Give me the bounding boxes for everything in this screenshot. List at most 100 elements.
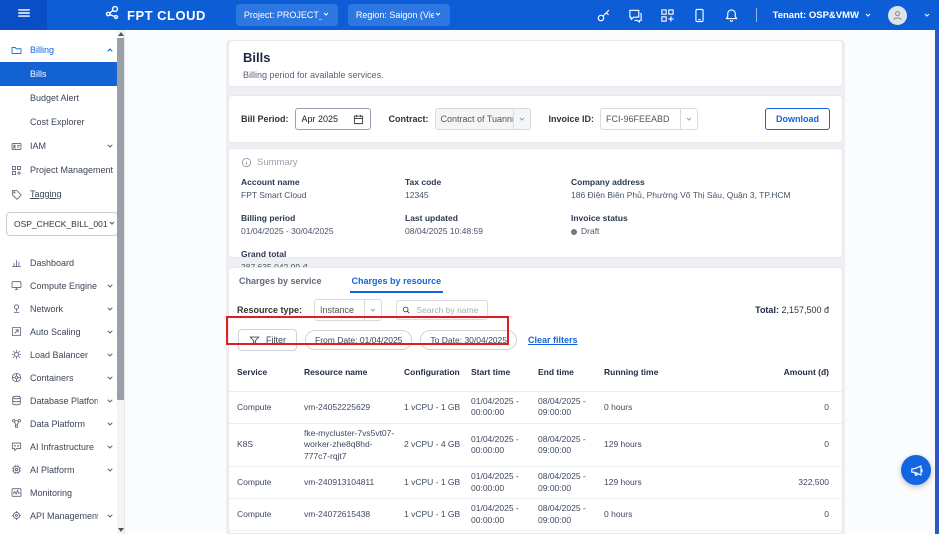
summary-card: Summary Account name FPT Smart Cloud Tax c… [228,148,843,272]
table-header-row: Service Resource name Configuration Start t… [229,360,842,391]
table-cell: 129 hours [604,477,642,488]
notification-bell-icon [724,8,739,23]
api-icon [10,510,22,522]
filter-button[interactable]: Filter [238,329,297,351]
feedback-fab-button[interactable] [901,455,931,485]
invoice-id-select[interactable]: FCI-96FEEABD [600,108,699,130]
sidebar-item-budget-alert[interactable]: Budget Alert [0,86,124,110]
sidebar-item-monitoring[interactable]: Monitoring [0,481,124,504]
table-cell: Compute [237,477,272,488]
header-actions: Tenant: OSP&VMW [596,5,939,25]
sidebar-item-billing[interactable]: Billing [0,38,124,62]
project-scope-select[interactable]: OSP_CHECK_BILL_001 [6,212,118,236]
resource-type-label: Resource type: [237,305,303,315]
apps-grid-button[interactable] [660,7,676,23]
sidebar-item-containers[interactable]: Containers [0,366,124,389]
search-input[interactable] [414,304,483,316]
table-cell: 0 hours [604,509,633,520]
field-value: 01/04/2025 - 30/04/2025 [241,226,334,237]
sidebar-item-label: Network [30,303,64,314]
caret-down-icon [106,466,114,474]
key-button[interactable] [596,7,612,23]
caret-down-icon [106,305,114,313]
menu-toggle-button[interactable] [0,0,47,30]
sidebar-item-iam[interactable]: IAM [0,134,124,158]
sidebar-item-tagging[interactable]: Tagging [0,182,124,206]
sidebar-item-label: Dashboard [30,257,75,268]
sidebar-item-database-platform[interactable]: Database Platform [0,389,124,412]
project-selector[interactable]: Project: PROJECT_OS... [235,4,338,26]
sidebar-item-load-balancer[interactable]: Load Balancer [0,343,124,366]
invoice-id-label: Invoice ID: [548,114,595,124]
sidebar-item-project-management[interactable]: Project Management [0,158,124,182]
field-value: 12345 [405,190,429,200]
region-selector[interactable]: Region: Saigon (Vietn... [347,4,450,26]
sidebar-item-label: Project Management [30,165,114,175]
sidebar-item-cost-explorer[interactable]: Cost Explorer [0,110,124,134]
bill-period-input[interactable]: Apr 2025 [294,108,371,130]
tab-charges-by-service[interactable]: Charges by service [237,274,324,293]
sidebar-item-dashboard[interactable]: Dashboard [0,251,124,274]
sidebar-item-label: AI Infrastructure [30,441,95,452]
grid-plus-icon [10,164,22,176]
sidebar-item-label: API Management [30,510,98,521]
clear-filters-link[interactable]: Clear filters [528,335,578,345]
filter-chip-0[interactable]: From Date: 01/04/2025 [305,330,413,350]
header-icon-group [596,7,740,23]
notification-bell-button[interactable] [724,7,740,23]
column-header: Configuration [404,367,460,377]
page-scrollbar[interactable] [935,30,939,534]
sidebar-item-bills[interactable]: Bills [0,62,124,86]
caret-down-icon [108,219,116,229]
page-header-card: Bills Billing period for available servi… [228,40,843,87]
sidebar-scrollbar-thumb[interactable] [117,38,124,400]
sidebar-item-ai-infrastructure[interactable]: AI Infrastructure [0,435,124,458]
resource-type-select[interactable]: Instance [314,299,383,321]
chart-bars-icon [10,257,22,269]
caret-down-icon [514,115,530,123]
table-cell: 1 vCPU - 1 GB [404,477,461,488]
table-row: Compute vm-24072615438 1 vCPU - 1 GB 01/04/… [229,498,842,530]
table-cell: vm-24072615438 [304,509,371,520]
search-box [396,300,489,320]
scroll-down-arrow-icon[interactable] [117,526,124,534]
caret-up-icon [106,46,114,54]
funnel-icon [249,336,260,344]
mobile-app-button[interactable] [692,7,708,23]
charges-tabs: Charges by service Charges by resource [229,268,842,293]
sidebar-item-data-platform[interactable]: Data Platform [0,412,124,435]
chevron-down-icon[interactable] [923,11,931,19]
table-cell: 2 vCPU - 4 GB [404,439,461,450]
data-nodes-icon [10,418,22,430]
sidebar-item-api-management[interactable]: API Management [0,504,124,527]
field-value: 186 Điện Biên Phủ, Phường Võ Thị Sáu, Qu… [571,190,791,200]
scroll-up-arrow-icon[interactable] [117,30,124,38]
search-icon [402,306,410,314]
user-avatar[interactable] [888,5,907,25]
table-cell: Compute [237,401,272,412]
sidebar-item-label: Database Platform [30,395,98,406]
contract-select[interactable]: Contract of Tuannn52... [434,108,531,130]
sidebar-item-compute-engine[interactable]: Compute Engine [0,274,124,297]
table-row: Compute vm-240913104811 1 vCPU - 1 GB 01/04… [229,466,842,498]
tenant-selector[interactable]: Tenant: OSP&VMW [773,10,872,21]
sidebar-item-devops[interactable]: DevOps [0,527,124,534]
megaphone-icon [910,464,922,476]
field-value: FPT Smart Cloud [241,190,307,200]
summary-field-company-address: Company address 186 Điện Biên Phủ, Phường… [571,177,830,201]
chevron-down-icon [865,13,871,17]
sidebar-item-label: Monitoring [30,487,73,498]
column-header: Start time [471,367,511,377]
header-divider [755,8,757,22]
sidebar-item-ai-platform[interactable]: AI Platform [0,458,124,481]
tab-charges-by-resource[interactable]: Charges by resource [349,274,444,293]
filter-chip-1[interactable]: To Date: 30/04/2025 [420,330,517,350]
sidebar-item-network[interactable]: Network [0,297,124,320]
download-button[interactable]: Download [765,108,830,130]
status-dot-icon [571,228,577,235]
field-value: Draft [571,226,830,237]
caret-down-icon [106,512,114,520]
support-chat-button[interactable] [628,7,644,23]
sidebar-item-auto-scaling[interactable]: Auto Scaling [0,320,124,343]
fpt-cloud-logo[interactable]: FPT CLOUD [105,5,206,26]
